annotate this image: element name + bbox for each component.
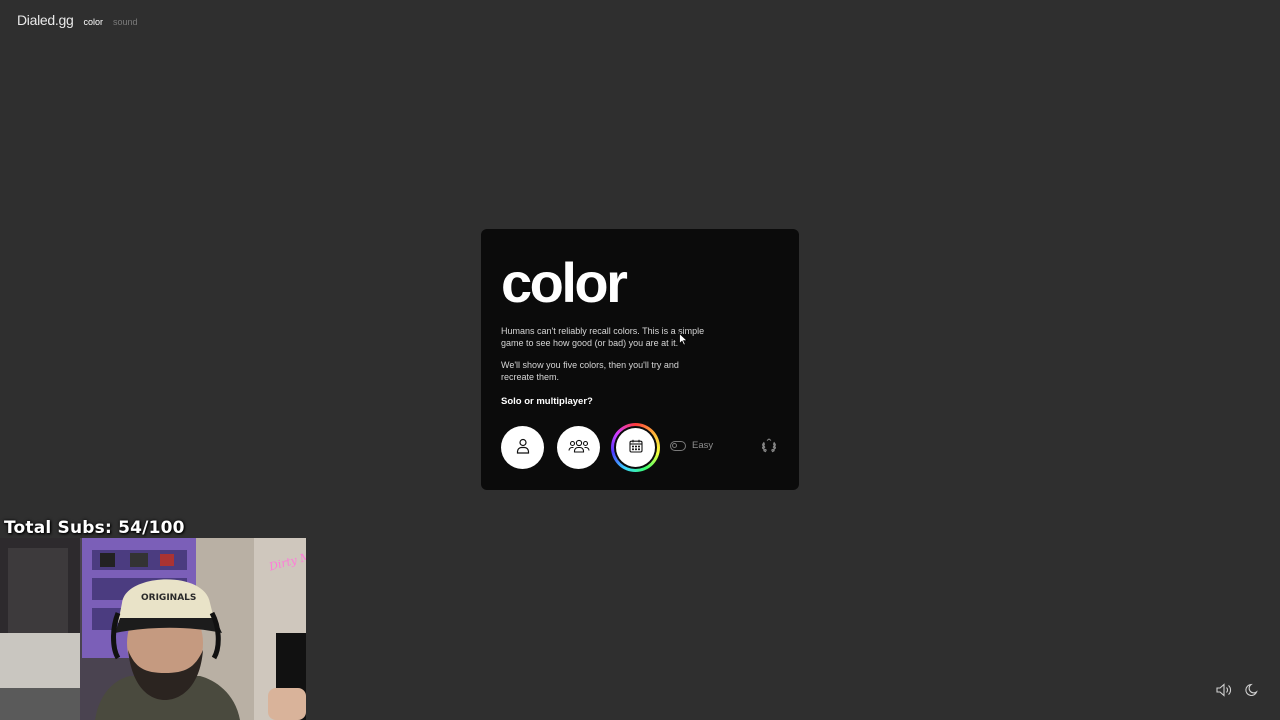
toggle-switch-icon[interactable]	[670, 440, 686, 451]
card-description-rules: We'll show you five colors, then you'll …	[501, 360, 679, 382]
cap-text: ORIGINALS	[141, 593, 196, 603]
top-nav: Dialed.gg color sound	[17, 12, 138, 28]
leaderboard-button[interactable]	[759, 437, 779, 459]
daily-challenge-button[interactable]	[611, 423, 660, 472]
color-game-card: color Humans can't reliably recall color…	[481, 229, 799, 490]
laurel-icon	[761, 437, 777, 459]
person-icon	[516, 438, 530, 457]
sound-toggle-button[interactable]	[1216, 682, 1232, 702]
moon-icon	[1245, 683, 1259, 702]
nav-link-color[interactable]: color	[83, 17, 103, 27]
webcam-overlay: Dirty Mahad ORIGINALS	[0, 538, 306, 720]
solo-button[interactable]	[501, 426, 544, 469]
mode-controls: Easy	[501, 423, 779, 472]
difficulty-toggle[interactable]: Easy	[670, 440, 713, 451]
corner-controls	[1216, 682, 1260, 702]
toggle-knob	[672, 442, 677, 448]
mouse-cursor-icon	[679, 333, 688, 346]
calendar-icon	[628, 439, 643, 456]
daily-button-inner	[616, 428, 655, 467]
nav-link-sound[interactable]: sound	[113, 17, 138, 27]
difficulty-label: Easy	[692, 440, 714, 451]
brand-logo-link[interactable]: Dialed.gg	[17, 12, 74, 28]
page: Dialed.gg color sound color Humans can't…	[0, 0, 1280, 720]
group-icon	[567, 438, 590, 457]
subscriber-count-overlay: Total Subs: 54/100	[4, 518, 185, 538]
webcam-feed-image: Dirty Mahad ORIGINALS	[0, 538, 306, 720]
mode-question: Solo or multiplayer?	[501, 396, 593, 407]
card-title: color	[501, 251, 628, 314]
speaker-icon	[1216, 682, 1232, 702]
multiplayer-button[interactable]	[557, 426, 600, 469]
theme-toggle-button[interactable]	[1244, 683, 1260, 702]
card-description-intro: Humans can't reliably recall colors. Thi…	[501, 326, 705, 348]
